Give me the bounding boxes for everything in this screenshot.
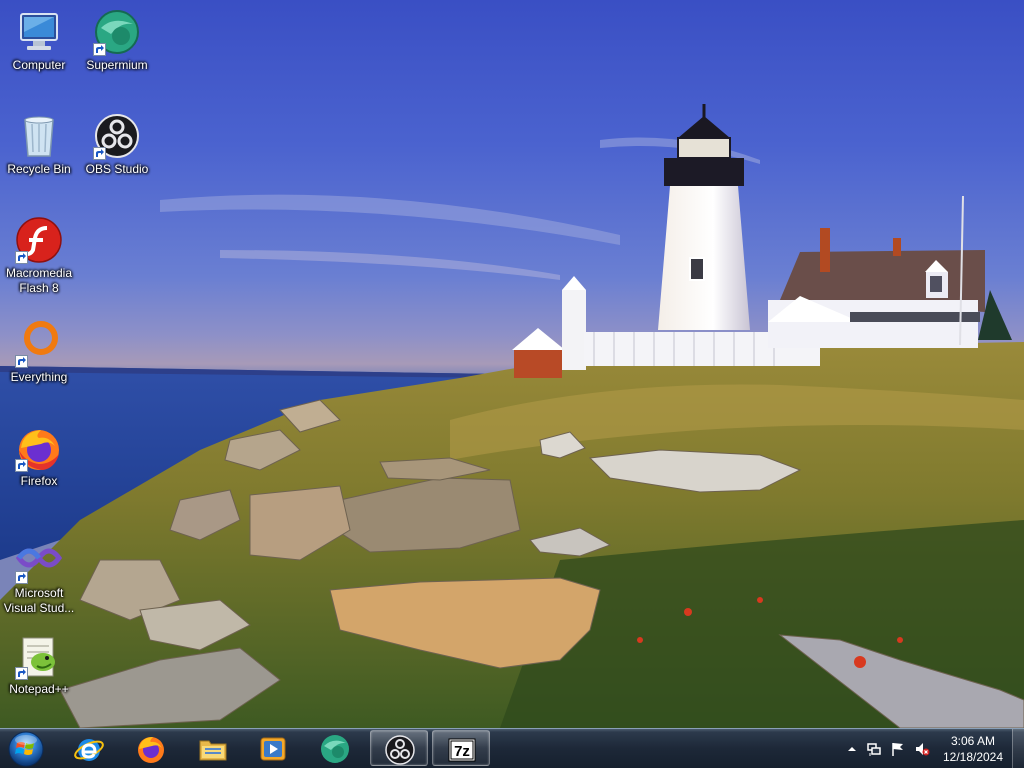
obs-studio-icon [385, 735, 415, 765]
action-center-tray-button[interactable] [890, 741, 906, 757]
desktop-icon-label: Supermium [86, 58, 148, 72]
windows-orb-icon [8, 731, 44, 767]
network-tray-button[interactable] [866, 741, 882, 757]
recycle-bin-icon [15, 112, 63, 160]
shortcut-arrow-icon [15, 459, 28, 472]
firefox-icon [15, 424, 63, 472]
volume-muted-icon [916, 743, 930, 756]
firefox-icon [138, 737, 164, 763]
volume-tray-button[interactable] [914, 741, 930, 757]
clock-date: 12/18/2024 [942, 750, 1004, 764]
supermium-icon [93, 8, 141, 56]
desktop-icon-macromedia-flash[interactable]: Macromedia Flash 8 [0, 216, 78, 296]
show-hidden-icons-button[interactable] [844, 741, 860, 757]
taskbar-button-7zip[interactable]: 7z [432, 730, 490, 766]
taskbar: 7z 3:06 AM 12/18/2024 [0, 728, 1024, 768]
taskbar-button-internet-explorer[interactable] [60, 730, 118, 766]
desktop-icon-label: OBS Studio [85, 162, 149, 176]
everything-icon [15, 320, 63, 368]
desktop-icon-visual-studio[interactable]: Microsoft Visual Stud... [0, 536, 78, 616]
taskbar-button-firefox[interactable] [122, 730, 180, 766]
taskbar-button-supermium[interactable] [306, 730, 364, 766]
7zip-icon: 7z [448, 738, 476, 762]
notepadpp-icon [15, 632, 63, 680]
desktop-icon-label: Macromedia Flash 8 [5, 266, 73, 295]
desktop-icon-label: Microsoft Visual Stud... [3, 586, 75, 615]
shortcut-arrow-icon [15, 355, 28, 368]
taskbar-button-windows-explorer[interactable] [184, 730, 242, 766]
flash-icon [15, 216, 63, 264]
media-player-icon [260, 737, 286, 761]
clock-time: 3:06 AM [950, 734, 996, 748]
clock[interactable]: 3:06 AM 12/18/2024 [934, 733, 1012, 765]
visual-studio-icon [15, 536, 63, 584]
taskbar-button-media-player[interactable] [244, 730, 302, 766]
shortcut-arrow-icon [15, 571, 28, 584]
internet-explorer-icon [74, 739, 104, 761]
computer-icon [15, 8, 63, 56]
shortcut-arrow-icon [93, 147, 106, 160]
shortcut-arrow-icon [15, 251, 28, 264]
show-desktop-button[interactable] [1012, 729, 1024, 768]
supermium-icon [321, 735, 349, 763]
desktop-icon-supermium[interactable]: Supermium [78, 8, 156, 73]
desktop-icon-everything[interactable]: Everything [0, 320, 78, 385]
desktop-icon-notepadpp[interactable]: Notepad++ [0, 632, 78, 697]
desktop-wallpaper [0, 0, 1024, 728]
desktop-icon-label: Notepad++ [9, 682, 69, 696]
chevron-up-icon [848, 747, 856, 751]
lighthouse-landscape-image [0, 104, 1024, 728]
desktop-icon-label: Everything [10, 370, 68, 384]
flag-icon [892, 743, 903, 756]
folder-icon [199, 740, 227, 761]
desktop-icon-firefox[interactable]: Firefox [0, 424, 78, 489]
taskbar-button-obs-studio[interactable] [370, 730, 428, 766]
obs-studio-icon [93, 112, 141, 160]
desktop-icon-label: Recycle Bin [7, 162, 71, 176]
desktop-icon-label: Computer [12, 58, 66, 72]
7zip-label: 7z [454, 743, 470, 760]
desktop-icon-label: Firefox [20, 474, 58, 488]
shortcut-arrow-icon [15, 667, 28, 680]
start-button[interactable] [4, 730, 48, 768]
shortcut-arrow-icon [93, 43, 106, 56]
network-icon [867, 743, 881, 756]
desktop-icon-computer[interactable]: Computer [0, 8, 78, 73]
desktop-icon-obs-studio[interactable]: OBS Studio [78, 112, 156, 177]
desktop-icon-recycle-bin[interactable]: Recycle Bin [0, 112, 78, 177]
